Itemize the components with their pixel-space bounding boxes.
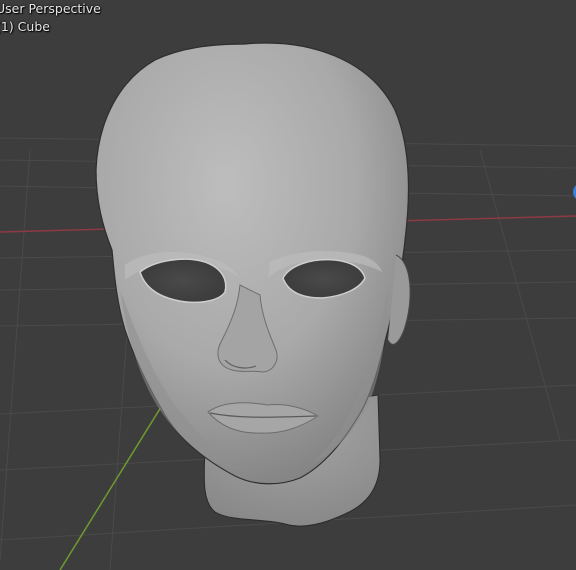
head-mesh[interactable] bbox=[95, 42, 411, 527]
3d-viewport[interactable]: User Perspective (1) Cube bbox=[0, 0, 576, 570]
view-perspective-label: User Perspective bbox=[0, 1, 101, 16]
viewport-scene[interactable] bbox=[0, 0, 576, 570]
active-object-label: (1) Cube bbox=[0, 19, 50, 34]
